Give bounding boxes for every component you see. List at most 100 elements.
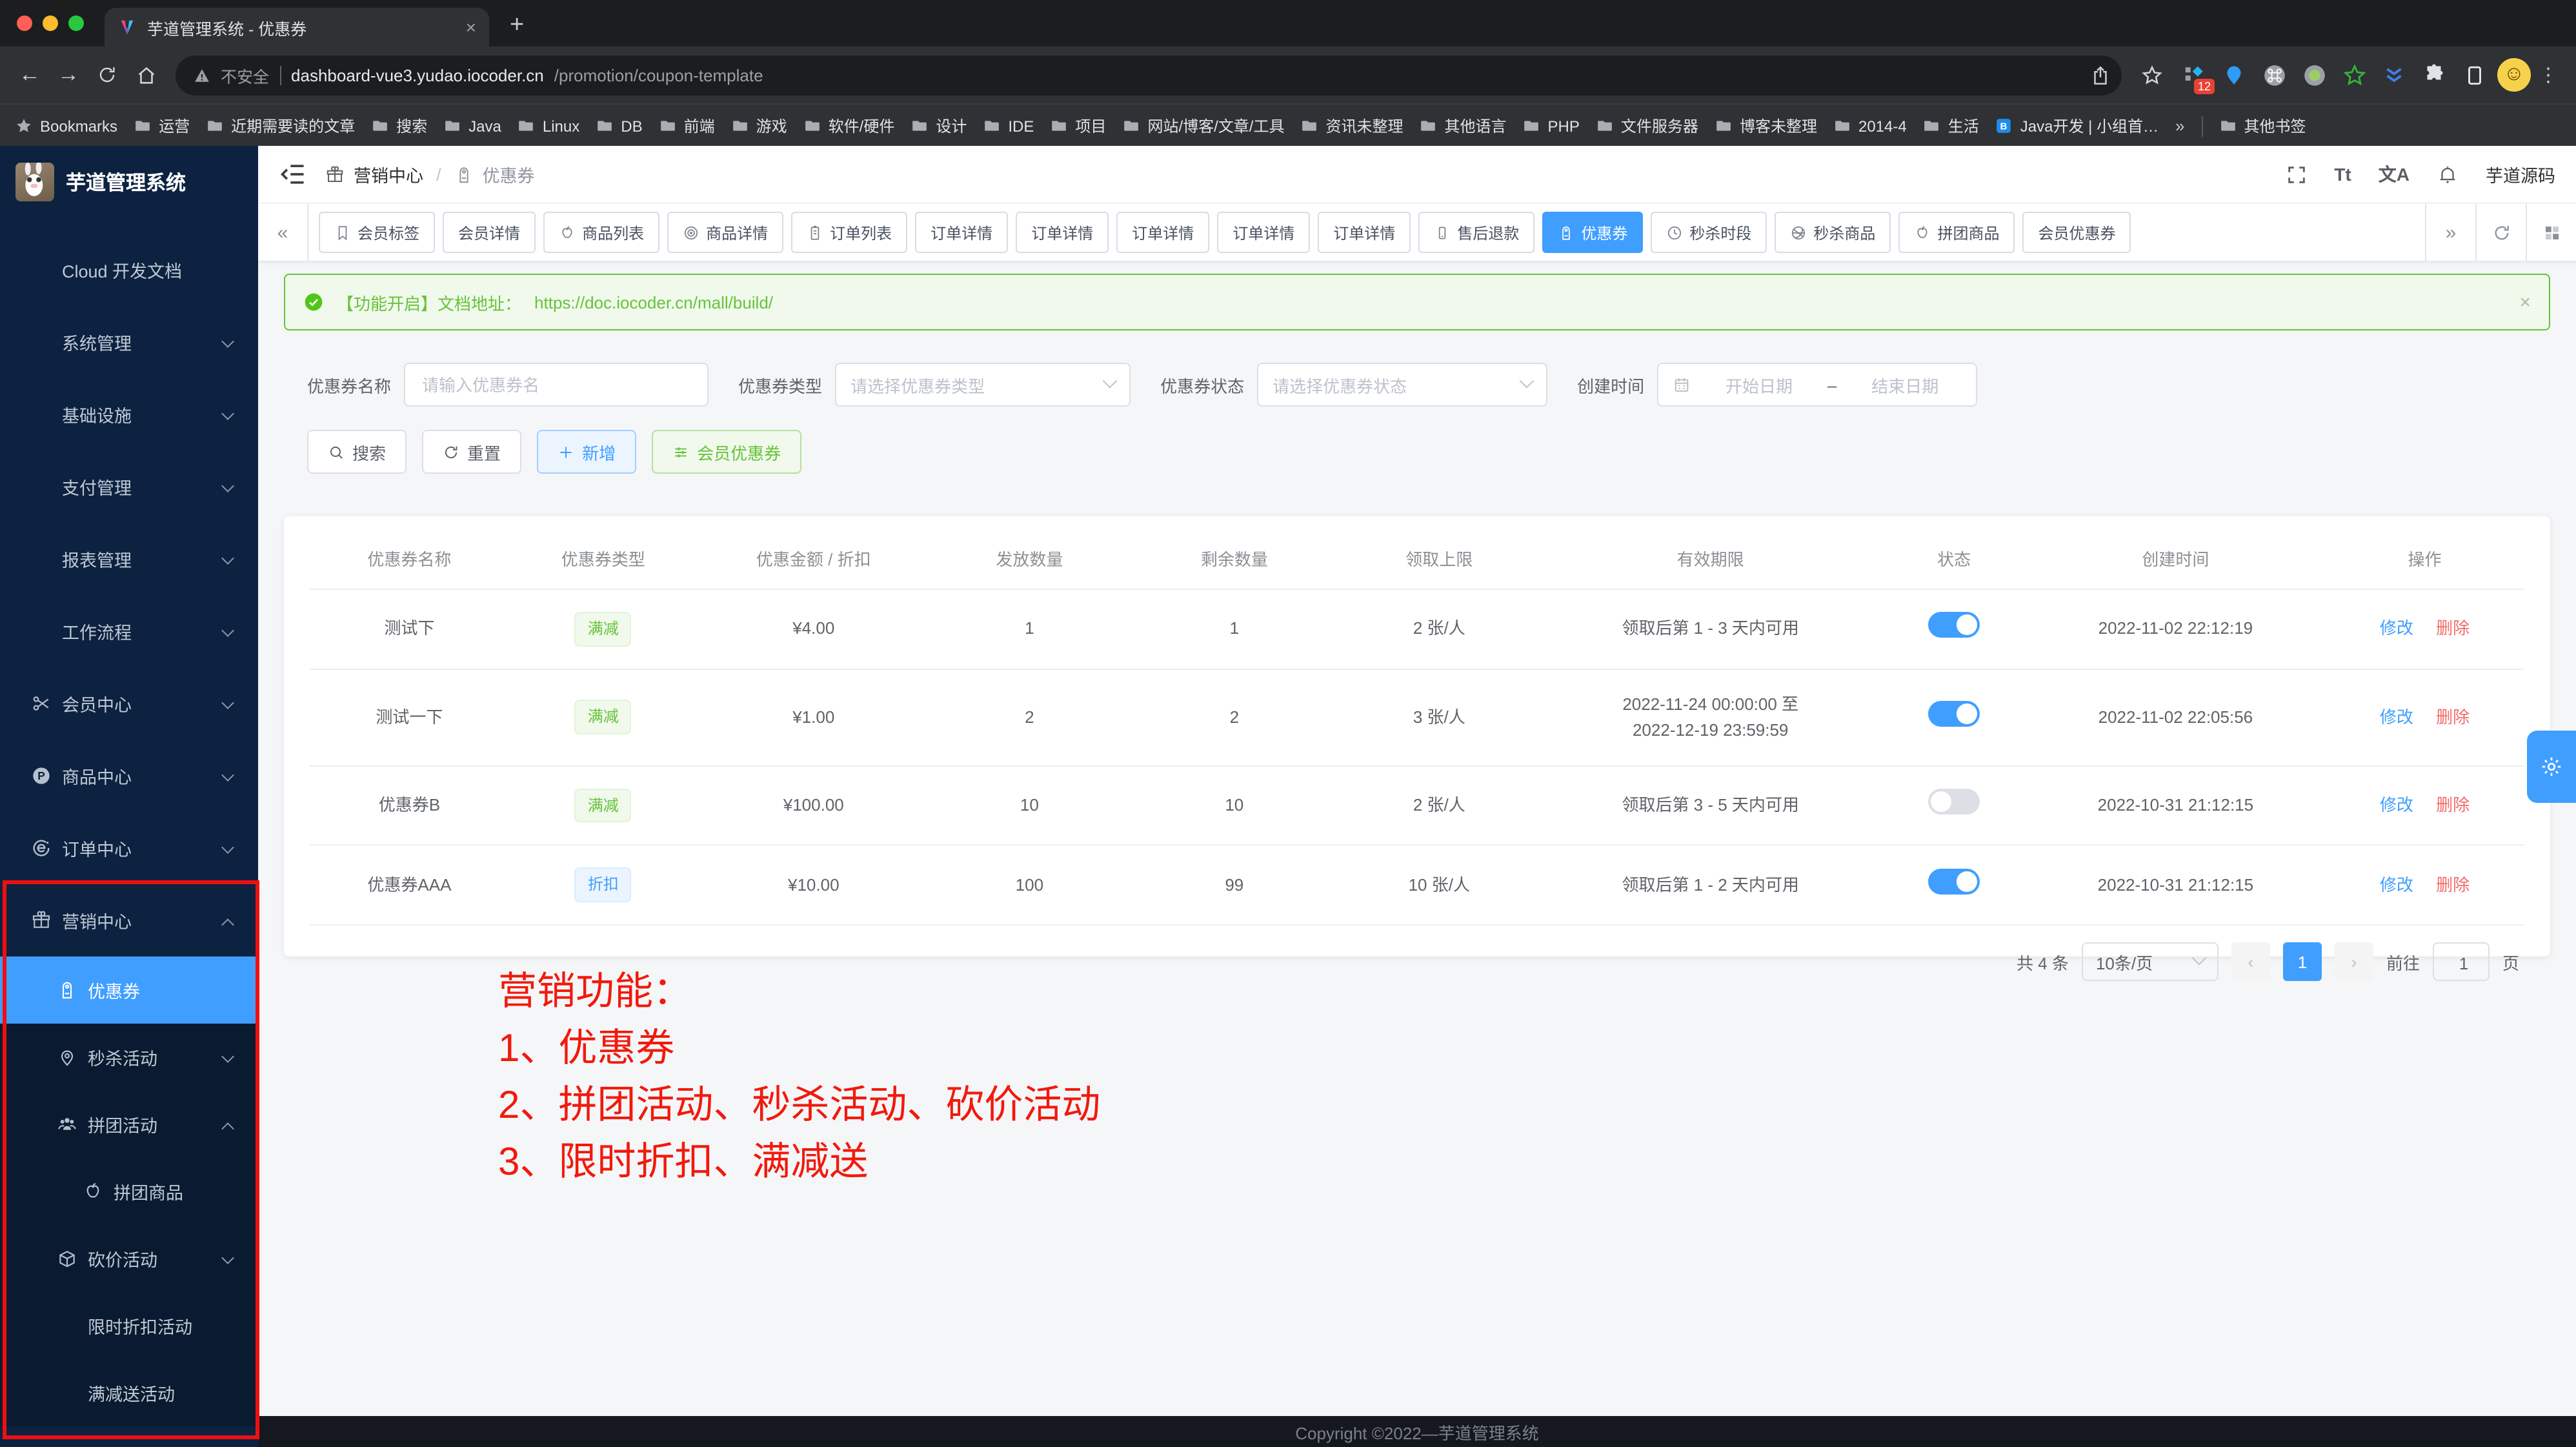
sidebar-item[interactable]: 秒杀活动 bbox=[0, 1024, 258, 1091]
tag-view-tab[interactable]: 会员详情 bbox=[443, 212, 536, 253]
coupon-name-input[interactable] bbox=[419, 374, 693, 396]
scroll-left-button[interactable]: « bbox=[258, 204, 308, 261]
bookmark-item[interactable]: PHP bbox=[1524, 117, 1580, 135]
tag-view-tab[interactable]: 秒杀时段 bbox=[1651, 212, 1767, 253]
bookmark-item[interactable]: 2014-4 bbox=[1834, 117, 1907, 135]
member-coupon-button[interactable]: 会员优惠券 bbox=[652, 430, 801, 474]
sidebar-item[interactable]: 系统管理 bbox=[0, 306, 258, 378]
share-icon[interactable] bbox=[2089, 64, 2111, 86]
tag-view-tab[interactable]: 优惠券 bbox=[1542, 212, 1643, 253]
search-button[interactable]: 搜索 bbox=[307, 430, 407, 474]
edit-link[interactable]: 修改 bbox=[2380, 618, 2413, 638]
bookmark-item[interactable]: 其他语言 bbox=[1420, 115, 1507, 137]
tag-view-tab[interactable]: 订单详情 bbox=[1318, 212, 1411, 253]
browser-menu-icon[interactable]: ⋮ bbox=[2539, 63, 2558, 86]
sidebar-item[interactable]: 满减送活动 bbox=[0, 1359, 258, 1426]
window-zoom-button[interactable] bbox=[68, 15, 84, 31]
bookmark-item[interactable]: 网站/博客/文章/工具 bbox=[1123, 115, 1284, 137]
add-button[interactable]: 新增 bbox=[537, 430, 636, 474]
delete-link[interactable]: 删除 bbox=[2436, 795, 2470, 815]
sidebar-item[interactable]: 报表管理 bbox=[0, 523, 258, 595]
bookmark-item[interactable]: Bookmarks bbox=[15, 117, 117, 135]
status-toggle[interactable] bbox=[1928, 868, 1980, 894]
sidebar-item[interactable]: 营销中心 bbox=[0, 884, 258, 956]
layout-setting-button[interactable] bbox=[2526, 204, 2576, 261]
edit-link[interactable]: 修改 bbox=[2380, 795, 2413, 815]
sidebar-item[interactable]: 会员中心 bbox=[0, 667, 258, 740]
tag-view-tab[interactable]: 商品列表 bbox=[543, 212, 659, 253]
back-button[interactable]: ← bbox=[10, 56, 49, 94]
bookmark-item[interactable]: 近期需要读的文章 bbox=[206, 115, 355, 137]
extension-star-icon[interactable] bbox=[2341, 62, 2367, 88]
home-button[interactable] bbox=[126, 56, 165, 94]
bookmark-item[interactable]: IDE bbox=[983, 117, 1034, 135]
sidebar-item[interactable]: Cloud 开发文档 bbox=[0, 234, 258, 306]
tag-view-tab[interactable]: 订单详情 bbox=[1116, 212, 1209, 253]
extension-drop-icon[interactable] bbox=[2221, 62, 2247, 88]
bookmark-item[interactable]: 博客未整理 bbox=[1715, 115, 1817, 137]
bookmark-item[interactable]: 文件服务器 bbox=[1596, 115, 1698, 137]
new-tab-button[interactable]: + bbox=[510, 12, 524, 40]
bookmark-item[interactable]: 设计 bbox=[911, 115, 967, 137]
sidebar-item[interactable]: 订单中心 bbox=[0, 812, 258, 884]
delete-link[interactable]: 删除 bbox=[2436, 707, 2470, 726]
bookmark-item[interactable]: DB bbox=[596, 117, 642, 135]
coupon-type-select[interactable]: 请选择优惠券类型 bbox=[835, 363, 1131, 407]
bookmark-item[interactable]: 游戏 bbox=[732, 115, 787, 137]
reload-button[interactable] bbox=[88, 56, 126, 94]
tag-view-tab[interactable]: 订单详情 bbox=[1217, 212, 1310, 253]
goto-page-input[interactable] bbox=[2434, 944, 2493, 982]
extension-diamond-icon[interactable]: 12 bbox=[2181, 62, 2207, 88]
bookmark-item[interactable]: Linux bbox=[518, 117, 579, 135]
banner-close-icon[interactable]: × bbox=[2519, 291, 2531, 313]
sidebar-item[interactable]: 工作流程 bbox=[0, 595, 258, 667]
bell-icon[interactable] bbox=[2437, 163, 2459, 185]
delete-link[interactable]: 删除 bbox=[2436, 618, 2470, 638]
sidebar-item[interactable]: 砍价活动 bbox=[0, 1225, 258, 1292]
bookmark-item[interactable]: 其他书签 bbox=[2220, 115, 2306, 137]
bookmark-item[interactable]: 搜索 bbox=[372, 115, 427, 137]
refresh-view-button[interactable] bbox=[2475, 204, 2526, 261]
current-page-button[interactable]: 1 bbox=[2283, 942, 2322, 981]
bookmark-item[interactable]: 生活 bbox=[1924, 115, 1979, 137]
tag-view-tab[interactable]: 拼团商品 bbox=[1898, 212, 2015, 253]
window-close-button[interactable] bbox=[17, 15, 32, 31]
tab-close-icon[interactable]: × bbox=[466, 17, 476, 37]
language-icon[interactable]: 文A bbox=[2379, 161, 2410, 187]
sidebar-item[interactable]: 商品中心 bbox=[0, 740, 258, 812]
bookmark-item[interactable]: 运营 bbox=[134, 115, 190, 137]
tag-view-tab[interactable]: 会员标签 bbox=[319, 212, 435, 253]
sidebar-item[interactable]: 限时折扣活动 bbox=[0, 1292, 258, 1359]
breadcrumb-first[interactable]: 营销中心 bbox=[354, 161, 423, 187]
status-toggle[interactable] bbox=[1928, 700, 1980, 726]
coupon-status-select[interactable]: 请选择优惠券状态 bbox=[1257, 363, 1547, 407]
extension-chevrons-icon[interactable] bbox=[2381, 62, 2407, 88]
scroll-right-button[interactable]: » bbox=[2425, 204, 2475, 261]
bookmark-item[interactable] bbox=[2202, 116, 2203, 136]
browser-tab[interactable]: 芋道管理系统 - 优惠券 × bbox=[105, 8, 489, 46]
theme-settings-button[interactable] bbox=[2527, 731, 2576, 803]
date-range-picker[interactable]: 开始日期 – 结束日期 bbox=[1657, 363, 1977, 407]
reset-button[interactable]: 重置 bbox=[422, 430, 521, 474]
status-toggle[interactable] bbox=[1928, 789, 1980, 815]
fullscreen-icon[interactable] bbox=[2285, 163, 2307, 185]
tag-view-tab[interactable]: 订单列表 bbox=[791, 212, 907, 253]
bookmark-item[interactable]: » bbox=[2175, 116, 2184, 136]
bookmark-item[interactable]: 软件/硬件 bbox=[804, 115, 895, 137]
bookmark-item[interactable]: 前端 bbox=[659, 115, 715, 137]
sidebar-item[interactable]: 支付管理 bbox=[0, 450, 258, 523]
page-size-select[interactable]: 10条/页 bbox=[2082, 942, 2219, 981]
status-toggle[interactable] bbox=[1928, 612, 1980, 638]
sidebar-item[interactable]: 拼团商品 bbox=[0, 1158, 258, 1225]
tag-view-tab[interactable]: 订单详情 bbox=[1016, 212, 1109, 253]
collapse-sidebar-icon[interactable] bbox=[279, 160, 307, 188]
tag-view-tab[interactable]: 秒杀商品 bbox=[1775, 212, 1891, 253]
next-page-button[interactable]: › bbox=[2335, 942, 2373, 981]
tag-view-tab[interactable]: 售后退款 bbox=[1418, 212, 1535, 253]
edit-link[interactable]: 修改 bbox=[2380, 875, 2413, 894]
edit-link[interactable]: 修改 bbox=[2380, 707, 2413, 726]
extension-command-icon[interactable] bbox=[2261, 62, 2287, 88]
tag-view-tab[interactable]: 会员优惠券 bbox=[2022, 212, 2131, 253]
prev-page-button[interactable]: ‹ bbox=[2231, 942, 2270, 981]
font-size-icon[interactable]: Tt bbox=[2334, 164, 2351, 185]
